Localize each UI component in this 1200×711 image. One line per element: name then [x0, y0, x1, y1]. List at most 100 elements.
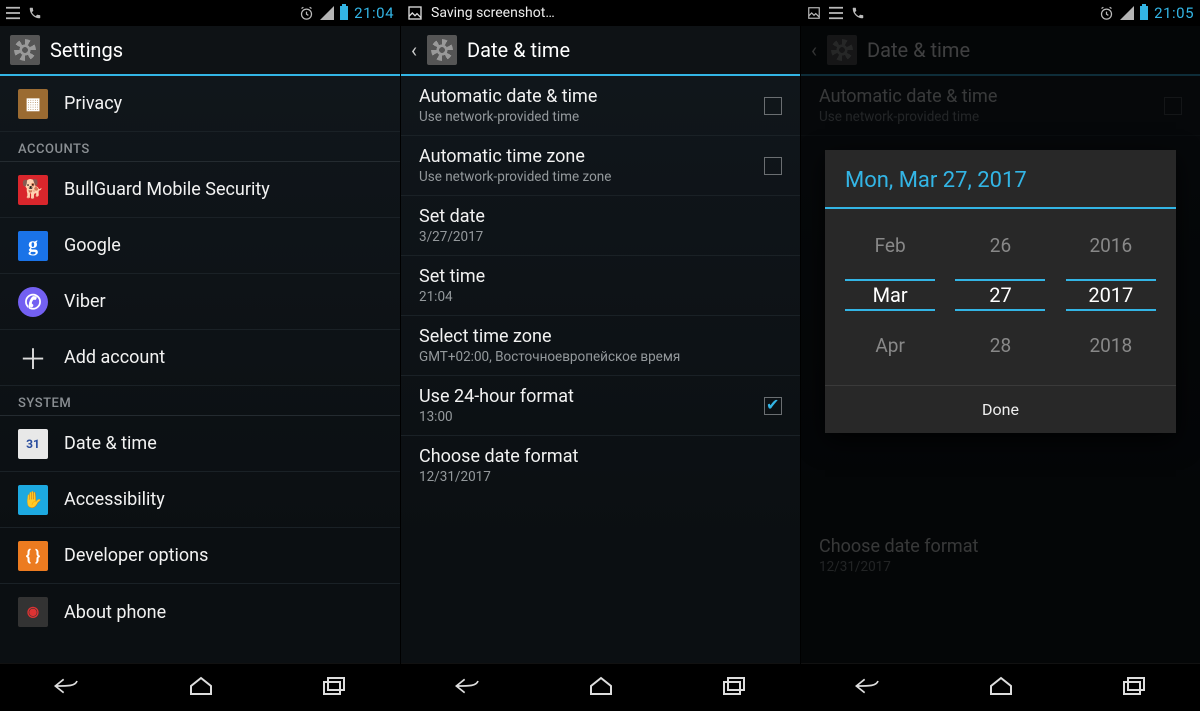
phone-icon — [851, 6, 865, 20]
item-about[interactable]: ◉ About phone — [0, 584, 400, 640]
nav-recent[interactable] — [1120, 674, 1148, 702]
picker-next[interactable]: 28 — [990, 329, 1011, 361]
item-add-account[interactable]: ＋ Add account — [0, 330, 400, 386]
braces-icon: { } — [18, 541, 48, 571]
checkbox[interactable] — [764, 97, 782, 115]
google-icon: g — [18, 231, 48, 261]
label: Automatic time zone — [419, 146, 748, 167]
nav-recent[interactable] — [720, 674, 748, 702]
done-button[interactable]: Done — [825, 385, 1176, 433]
battery-icon — [1140, 6, 1148, 20]
picker-prev[interactable]: 2016 — [1089, 229, 1132, 261]
picker-selected[interactable]: Mar — [845, 279, 935, 311]
picker-day[interactable]: 26 27 28 — [955, 229, 1045, 361]
sublabel: 21:04 — [419, 289, 782, 305]
list-icon — [829, 6, 843, 20]
nav-bar — [801, 663, 1200, 711]
item-select-timezone[interactable]: Select time zone GMT+02:00, Восточноевро… — [401, 316, 800, 376]
sublabel: 12/31/2017 — [419, 469, 782, 485]
image-icon — [407, 5, 423, 21]
item-viber[interactable]: ✆ Viber — [0, 274, 400, 330]
page-title: Date & time — [467, 38, 570, 62]
label: Choose date format — [419, 446, 782, 467]
checkbox[interactable] — [764, 397, 782, 415]
settings-app-icon[interactable] — [427, 35, 457, 65]
nav-home[interactable] — [587, 674, 615, 702]
checkbox[interactable] — [764, 157, 782, 175]
item-set-time[interactable]: Set time 21:04 — [401, 256, 800, 316]
nav-back[interactable] — [853, 674, 883, 702]
picker-prev[interactable]: 26 — [990, 229, 1011, 261]
label: Use 24-hour format — [419, 386, 748, 407]
item-set-date[interactable]: Set date 3/27/2017 — [401, 196, 800, 256]
item-date-format[interactable]: Choose date format 12/31/2017 — [401, 436, 800, 495]
sublabel: Use network-provided time zone — [419, 169, 748, 185]
alarm-icon — [1099, 6, 1114, 21]
picker-selected[interactable]: 2017 — [1066, 279, 1156, 311]
picker-year[interactable]: 2016 2017 2018 — [1066, 229, 1156, 361]
page-title: Settings — [50, 38, 123, 62]
bullguard-icon: 🐕 — [18, 175, 48, 205]
item-accessibility[interactable]: ✋ Accessibility — [0, 472, 400, 528]
label: Set date — [419, 206, 782, 227]
label: BullGuard Mobile Security — [64, 179, 382, 200]
label: Set time — [419, 266, 782, 287]
alarm-icon — [299, 6, 314, 21]
status-bar: Saving screenshot… — [401, 0, 800, 26]
picker-selected[interactable]: 27 — [955, 279, 1045, 311]
dialog-title: Mon, Mar 27, 2017 — [825, 150, 1176, 209]
list-icon — [6, 6, 20, 20]
sublabel: Use network-provided time — [419, 109, 748, 125]
sublabel: GMT+02:00, Восточноевропейское время — [419, 349, 782, 365]
picker-next[interactable]: Apr — [875, 329, 905, 361]
label: Viber — [64, 291, 382, 312]
sublabel: 13:00 — [419, 409, 748, 425]
status-bar: 21:04 — [0, 0, 400, 26]
nav-back[interactable] — [453, 674, 483, 702]
calendar-icon: 31 — [18, 429, 48, 459]
label: About phone — [64, 602, 382, 623]
panel-settings: 21:04 Settings ▦ Privacy ACCOUNTS 🐕 Bull… — [0, 0, 400, 711]
item-bullguard[interactable]: 🐕 BullGuard Mobile Security — [0, 162, 400, 218]
nav-home[interactable] — [987, 674, 1015, 702]
back-chevron-icon[interactable]: ‹ — [411, 38, 421, 62]
item-24h-format[interactable]: Use 24-hour format 13:00 — [401, 376, 800, 436]
nav-recent[interactable] — [320, 674, 348, 702]
hand-icon: ✋ — [18, 485, 48, 515]
settings-app-icon[interactable] — [10, 35, 40, 65]
item-auto-timezone[interactable]: Automatic time zone Use network-provided… — [401, 136, 800, 196]
picker-body: Feb Mar Apr 26 27 28 2016 2017 2018 — [825, 209, 1176, 385]
sublabel: 3/27/2017 — [419, 229, 782, 245]
picker-month[interactable]: Feb Mar Apr — [845, 229, 935, 361]
viber-icon: ✆ — [18, 287, 48, 317]
item-google[interactable]: g Google — [0, 218, 400, 274]
item-developer[interactable]: { } Developer options — [0, 528, 400, 584]
nav-back[interactable] — [52, 674, 82, 702]
label: Select time zone — [419, 326, 782, 347]
settings-list: ▦ Privacy ACCOUNTS 🐕 BullGuard Mobile Se… — [0, 76, 400, 663]
item-privacy[interactable]: ▦ Privacy — [0, 76, 400, 132]
nav-home[interactable] — [187, 674, 215, 702]
picker-prev[interactable]: Feb — [875, 229, 906, 261]
nav-bar — [401, 663, 800, 711]
label: Privacy — [64, 93, 382, 114]
label: Add account — [64, 347, 382, 368]
item-date-time[interactable]: 31 Date & time — [0, 416, 400, 472]
label: Developer options — [64, 545, 382, 566]
section-accounts: ACCOUNTS — [0, 132, 400, 162]
date-picker-dialog: Mon, Mar 27, 2017 Feb Mar Apr 26 27 28 2… — [825, 150, 1176, 433]
screenshot-toast: Saving screenshot… — [401, 0, 750, 26]
label: Accessibility — [64, 489, 382, 510]
toast-text: Saving screenshot… — [431, 5, 555, 21]
status-time: 21:05 — [1154, 4, 1194, 22]
label: Automatic date & time — [419, 86, 748, 107]
label: Google — [64, 235, 382, 256]
image-icon — [807, 6, 821, 20]
signal-icon — [320, 6, 334, 20]
item-auto-datetime[interactable]: Automatic date & time Use network-provid… — [401, 76, 800, 136]
label: Date & time — [64, 433, 382, 454]
datetime-list: Automatic date & time Use network-provid… — [401, 76, 800, 663]
panel-date-picker: 21:05 ‹ Date & time Automatic date & tim… — [800, 0, 1200, 711]
picker-next[interactable]: 2018 — [1089, 329, 1132, 361]
battery-icon — [340, 6, 348, 20]
